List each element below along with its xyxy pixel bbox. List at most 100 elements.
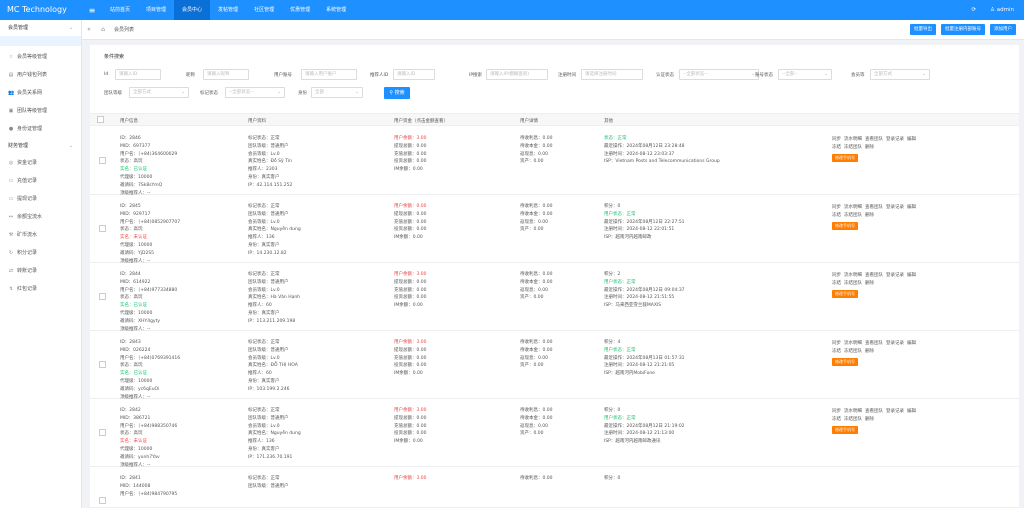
row-action-link[interactable]: 冻结团队 — [844, 417, 862, 422]
row-action-link[interactable]: 冻结 — [832, 145, 841, 150]
sidebar-item[interactable]: ☆ 会员等级管理 — [0, 48, 81, 66]
row-action-link[interactable]: 流水明细 — [844, 341, 862, 346]
filter-input[interactable]: 请输入IP(模糊查询) — [486, 69, 548, 80]
refresh-icon[interactable]: ⟳ — [971, 7, 976, 13]
filter-input[interactable]: 请输入ID — [115, 69, 161, 80]
row-action-link[interactable]: 查看团队 — [865, 137, 883, 142]
row-action-link[interactable]: 流水明细 — [844, 205, 862, 210]
col-other-line: 用户状态：正常 — [604, 279, 636, 285]
row-action-link[interactable]: 冻结 — [832, 281, 841, 286]
edit-phone-button[interactable]: 修改手机号 — [832, 426, 858, 434]
sidebar-item[interactable]: ◎ 资金记录 — [0, 154, 81, 172]
sidebar-item[interactable]: ↯ 红包记录 — [0, 280, 81, 298]
row-action-link[interactable]: 同步 — [832, 205, 841, 210]
filter-input[interactable]: --全部状态-- ⌄ — [225, 87, 285, 98]
row-checkbox[interactable] — [99, 429, 106, 436]
row-action-link[interactable]: 冻结团队 — [844, 281, 862, 286]
row-action-link[interactable]: 同步 — [832, 409, 841, 414]
row-action-link[interactable]: 冻结团队 — [844, 213, 862, 218]
row-action-link[interactable]: 登录记录 — [886, 409, 904, 414]
row-action-link[interactable]: 编辑 — [907, 341, 916, 346]
row-action-link[interactable]: 编辑 — [907, 137, 916, 142]
row-action-link[interactable]: 冻结 — [832, 417, 841, 422]
back-icon[interactable]: « — [82, 26, 96, 33]
filter-input[interactable]: 请输入昵称 — [203, 69, 249, 80]
row-action-link[interactable]: 流水明细 — [844, 137, 862, 142]
row-action-link[interactable]: 同步 — [832, 273, 841, 278]
tab-member-list[interactable]: 会员列表 — [110, 26, 138, 33]
row-action-link[interactable]: 登录记录 — [886, 137, 904, 142]
row-action-link[interactable]: 冻结团队 — [844, 145, 862, 150]
user-menu[interactable]: ♙ admin — [990, 7, 1014, 13]
filter-input[interactable]: 全部方式 ⌄ — [870, 69, 930, 80]
sidebar-item[interactable]: ↔ 余额宝流水 — [0, 208, 81, 226]
row-action-link[interactable]: 查看团队 — [865, 273, 883, 278]
search-button[interactable]: ⚲ 搜索 — [384, 87, 410, 99]
sidebar-item[interactable]: ▣ 团队等级管理 — [0, 102, 81, 120]
row-action-link[interactable]: 编辑 — [907, 205, 916, 210]
filter-input[interactable]: 全部方式 ⌄ — [129, 87, 189, 98]
row-action-link[interactable]: 同步 — [832, 137, 841, 142]
sidebar-group-finance[interactable]: 财务管理 ⌄ — [0, 138, 81, 154]
col-user-profile: 标记状态：正常 团队等级：普通用户 会员等级：Lv.0 真实姓名：Hà Văn Hạn… — [248, 271, 300, 326]
nav-system[interactable]: 系统管理 — [318, 0, 354, 20]
sidebar-item[interactable]: ▭ 提现记录 — [0, 190, 81, 208]
row-action-link[interactable]: 登录记录 — [886, 205, 904, 210]
row-action-link[interactable]: 删除 — [865, 145, 874, 150]
nav-promotions[interactable]: 优惠管理 — [282, 0, 318, 20]
edit-phone-button[interactable]: 修改手机号 — [832, 290, 858, 298]
row-action-link[interactable]: 删除 — [865, 213, 874, 218]
nav-posts[interactable]: 发帖管理 — [210, 0, 246, 20]
filter-input[interactable]: --全部-- ⌄ — [778, 69, 832, 80]
filter-input[interactable]: 请输入用户账户 — [301, 69, 357, 80]
row-action-link[interactable]: 冻结 — [832, 349, 841, 354]
row-action-link[interactable]: 流水明细 — [844, 409, 862, 414]
edit-phone-button[interactable]: 修改手机号 — [832, 154, 858, 162]
row-action-link[interactable]: 冻结团队 — [844, 349, 862, 354]
edit-phone-button[interactable]: 修改手机号 — [832, 222, 858, 230]
nav-projects[interactable]: 项目管理 — [138, 0, 174, 20]
batch-register-button[interactable]: 批量注册内部账号 — [941, 24, 985, 35]
row-action-link[interactable]: 删除 — [865, 417, 874, 422]
filter-input[interactable]: --全部状态-- ⌄ — [679, 69, 759, 80]
row-action-link[interactable]: 删除 — [865, 349, 874, 354]
sidebar-item[interactable]: ▤ 用户钱包列表 — [0, 66, 81, 84]
nav-home[interactable]: 站前首页 — [102, 0, 138, 20]
row-action-link[interactable]: 查看团队 — [865, 409, 883, 414]
row-action-link[interactable]: 登录记录 — [886, 273, 904, 278]
add-user-button[interactable]: 添加用户 — [990, 24, 1016, 35]
row-checkbox[interactable] — [99, 497, 106, 504]
edit-phone-button[interactable]: 修改手机号 — [832, 358, 858, 366]
sidebar-item[interactable]: ↻ 积分记录 — [0, 244, 81, 262]
row-checkbox[interactable] — [99, 293, 106, 300]
row-action-link[interactable]: 编辑 — [907, 409, 916, 414]
sidebar-item-member-list[interactable] — [0, 36, 81, 46]
row-checkbox[interactable] — [99, 361, 106, 368]
nav-community[interactable]: 社区管理 — [246, 0, 282, 20]
sidebar-item[interactable]: ▭ 充值记录 — [0, 172, 81, 190]
row-action-link[interactable]: 查看团队 — [865, 205, 883, 210]
row-action-link[interactable]: 查看团队 — [865, 341, 883, 346]
filter-input[interactable]: 全部 ⌄ — [311, 87, 363, 98]
row-action-link[interactable]: 流水明细 — [844, 273, 862, 278]
sidebar-item[interactable]: ⚒ 矿币流水 — [0, 226, 81, 244]
home-icon[interactable]: ⌂ — [96, 26, 110, 33]
sidebar-item[interactable]: ● 身份证管理 — [0, 120, 81, 138]
row-checkbox[interactable] — [99, 157, 106, 164]
row-action-link[interactable]: 同步 — [832, 341, 841, 346]
select-all-checkbox[interactable] — [97, 116, 104, 123]
sidebar-item[interactable]: 👥 会员关系网 — [0, 84, 81, 102]
row-action-link[interactable]: 登录记录 — [886, 341, 904, 346]
col-user-profile-line: IP：171.236.70.191 — [248, 454, 293, 460]
filter-input[interactable]: 请选择注册时间 — [581, 69, 643, 80]
sidebar-group-members[interactable]: 会员管理 ⌄ — [0, 20, 81, 36]
sidebar-item[interactable]: ⇄ 转账记录 — [0, 262, 81, 280]
menu-toggle-icon[interactable]: ≡ — [82, 6, 102, 15]
row-action-link[interactable]: 冻结 — [832, 213, 841, 218]
nav-members[interactable]: 会员中心 — [174, 0, 211, 20]
filter-input[interactable]: 请输入ID — [393, 69, 435, 80]
row-action-link[interactable]: 编辑 — [907, 273, 916, 278]
row-action-link[interactable]: 删除 — [865, 281, 874, 286]
row-checkbox[interactable] — [99, 225, 106, 232]
batch-export-button[interactable]: 批量导出 — [910, 24, 936, 35]
